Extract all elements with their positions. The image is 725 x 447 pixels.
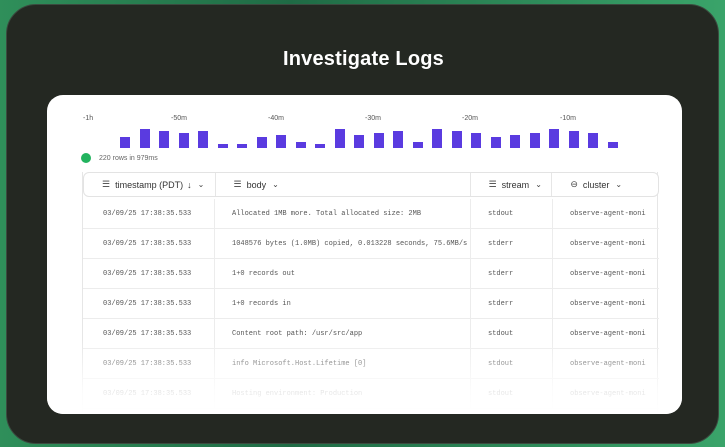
cell-timestamp: 03/09/25 17:38:35.533 (83, 229, 215, 258)
column-label: cluster (582, 179, 610, 190)
tick-label: -1h (83, 115, 94, 122)
cell-stream: stdout (471, 379, 553, 408)
histogram-bar[interactable] (217, 144, 228, 148)
logs-table: ☰ timestamp (PDT) ↓ ⌄ ☰ body ⌄ ☰ stream … (82, 172, 659, 414)
cell-body: 1+0 records out (215, 259, 471, 288)
histogram-bar[interactable] (276, 135, 286, 148)
status-dot-icon (81, 153, 91, 163)
rows-count-text: 220 rows in 979ms (99, 154, 158, 162)
histogram-bar[interactable] (549, 129, 559, 148)
column-header-stream[interactable]: ☰ stream ⌄ (471, 173, 553, 196)
column-header-cluster[interactable]: ⊖ cluster ⌄ (552, 173, 658, 196)
histogram-bar[interactable] (334, 129, 345, 148)
histogram-bar[interactable] (256, 137, 267, 148)
histogram-bar[interactable] (178, 133, 189, 148)
link-icon: ⊖ (570, 179, 578, 189)
histogram-bar[interactable] (607, 142, 618, 148)
cell-stream: stdout (471, 349, 553, 378)
text-lines-icon: ☰ (102, 179, 111, 189)
cell-cluster: observe-agent-moni (570, 209, 646, 218)
tick-label: -30m (365, 115, 381, 122)
cell-stream: stderr (471, 259, 553, 288)
histogram-bar[interactable] (529, 133, 540, 148)
tick-label: -10m (560, 115, 576, 122)
histogram-bar[interactable] (315, 144, 325, 148)
cell-stream: stdout (471, 199, 553, 228)
cell-cluster: observe-agent-moni (570, 389, 646, 398)
histogram-bar[interactable] (139, 129, 150, 148)
sort-desc-icon[interactable]: ↓ (187, 180, 192, 190)
cell-body: info Microsoft.Host.Lifetime [0] (215, 349, 471, 378)
cell-stream: stderr (471, 229, 553, 258)
histogram-bar[interactable] (237, 144, 247, 148)
histogram-bar[interactable] (198, 131, 208, 148)
column-label: body (246, 179, 267, 190)
histogram-bar[interactable] (393, 131, 403, 148)
histogram-bar[interactable] (354, 135, 364, 148)
cell-stream: stdout (471, 319, 553, 348)
histogram-bar[interactable] (510, 135, 520, 148)
table-row[interactable]: 03/09/25 17:38:35.533 1048576 bytes (1.0… (83, 229, 659, 259)
histogram-bar[interactable] (373, 133, 384, 148)
histogram-bar[interactable] (295, 142, 306, 148)
histogram-bar[interactable] (120, 137, 130, 148)
histogram-bar[interactable] (568, 131, 579, 148)
cell-body: Hosting environment: Production (215, 379, 471, 408)
table-row[interactable]: 03/09/25 17:38:35.533 1+0 records in std… (83, 289, 659, 319)
text-lines-icon: ☰ (488, 179, 497, 189)
histogram-bar[interactable] (588, 133, 598, 148)
table-row[interactable]: 03/09/25 17:38:35.533 Content root path:… (83, 319, 659, 349)
tick-label: -40m (268, 115, 284, 122)
chevron-down-icon[interactable]: ⌄ (535, 180, 542, 189)
cell-timestamp: 03/09/25 17:38:35.533 (83, 289, 215, 318)
cell-stream: stderr (471, 289, 553, 318)
table-header: ☰ timestamp (PDT) ↓ ⌄ ☰ body ⌄ ☰ stream … (83, 172, 659, 197)
cell-cluster: observe-agent-moni (570, 239, 646, 248)
histogram-bar[interactable] (412, 142, 423, 148)
cell-cluster: observe-agent-moni (570, 359, 646, 368)
cell-timestamp: 03/09/25 17:38:35.533 (83, 319, 215, 348)
cell-timestamp: 03/09/25 17:38:35.533 (83, 199, 215, 228)
cell-body: Allocated 1MB more. Total allocated size… (215, 199, 471, 228)
column-header-timestamp[interactable]: ☰ timestamp (PDT) ↓ ⌄ (84, 173, 216, 196)
cell-cluster: observe-agent-moni (570, 299, 646, 308)
table-row[interactable]: 03/09/25 17:38:35.533 1+0 records out st… (83, 259, 659, 289)
histogram-bar[interactable] (451, 131, 462, 148)
promo-panel: Investigate Logs -1h -50m -40m -30m -20m… (6, 4, 719, 444)
column-label: timestamp (PDT) (115, 179, 184, 190)
cell-body: 1048576 bytes (1.0MB) copied, 0.013228 s… (215, 229, 471, 258)
text-lines-icon: ☰ (233, 179, 242, 189)
cell-cluster: observe-agent-moni (570, 269, 646, 278)
page-title: Investigate Logs (282, 48, 444, 70)
cell-timestamp: 03/09/25 17:38:35.533 (83, 259, 215, 288)
chevron-down-icon[interactable]: ⌄ (198, 180, 205, 189)
histogram-bar[interactable] (432, 129, 442, 148)
table-row[interactable]: 03/09/25 17:38:35.533 Allocated 1MB more… (83, 199, 659, 229)
histogram-bar[interactable] (159, 131, 169, 148)
column-label: stream (501, 179, 530, 190)
cell-body: 1+0 records in (215, 289, 471, 318)
table-row[interactable]: 03/09/25 17:38:35.533 Hosting environmen… (83, 379, 659, 409)
cell-cluster: observe-agent-moni (570, 329, 646, 338)
column-header-body[interactable]: ☰ body ⌄ (216, 173, 471, 196)
tick-label: -20m (462, 115, 478, 122)
cell-timestamp: 03/09/25 17:38:35.533 (83, 379, 215, 408)
cell-timestamp: 03/09/25 17:38:35.533 (83, 349, 215, 378)
histogram-bar[interactable] (471, 133, 481, 148)
chevron-down-icon[interactable]: ⌄ (615, 180, 622, 189)
cell-body: Content root path: /usr/src/app (215, 319, 471, 348)
chevron-down-icon[interactable]: ⌄ (272, 180, 279, 189)
rows-info: 220 rows in 979ms (81, 151, 158, 165)
table-row[interactable]: 03/09/25 17:38:35.533 info Microsoft.Hos… (83, 349, 659, 379)
tick-label: -50m (171, 115, 187, 122)
histogram-chart: -1h -50m -40m -30m -20m -10m (47, 95, 682, 151)
logs-card: -1h -50m -40m -30m -20m -10m 220 rows in… (47, 95, 682, 414)
histogram-bar[interactable] (490, 137, 501, 148)
